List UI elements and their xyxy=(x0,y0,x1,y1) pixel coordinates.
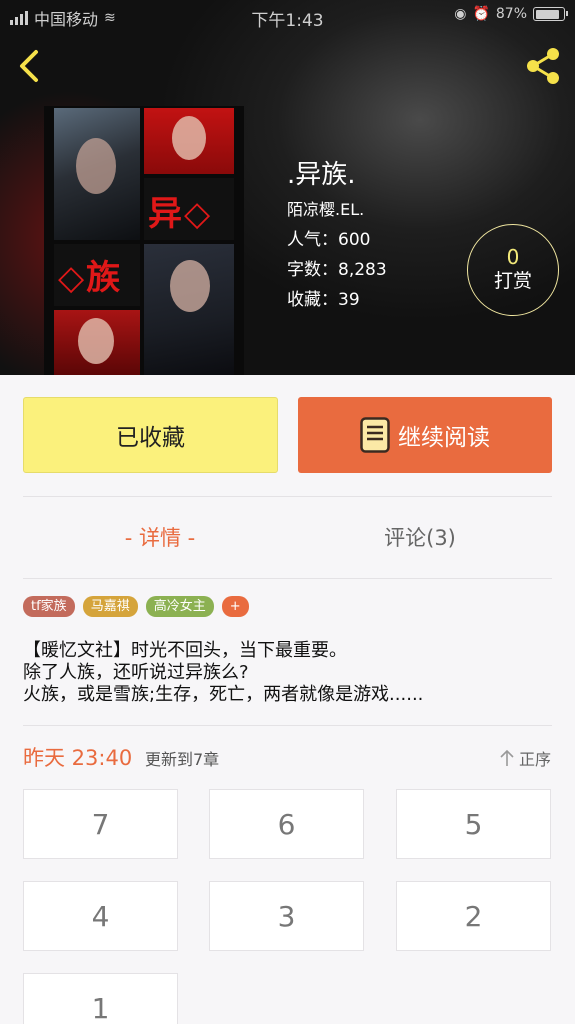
update-time: 昨天 23:40 xyxy=(23,746,133,770)
synopsis-line: 除了人族，还听说过异族么? xyxy=(23,662,249,683)
favorited-button[interactable]: 已收藏 xyxy=(23,397,278,473)
book-synopsis: 【暖忆文社】时光不回头，当下最重要。 除了人族，还听说过异族么? 火族，或是雪族… xyxy=(23,640,553,706)
sort-order-label: 正序 xyxy=(518,750,551,769)
cover-photo xyxy=(54,310,140,375)
status-right: ◉ ⏰ 87% xyxy=(454,6,568,22)
battery-percent: 87% xyxy=(495,6,527,22)
chapter-button[interactable]: 1 xyxy=(23,973,178,1024)
book-cover[interactable]: 异◇ ◇族 xyxy=(44,106,244,375)
continue-reading-button[interactable]: 继续阅读 xyxy=(298,397,552,473)
tag-ma-jiaqi[interactable]: 马嘉祺 xyxy=(82,596,138,617)
continue-reading-label: 继续阅读 xyxy=(398,425,490,451)
chapter-button[interactable]: 5 xyxy=(396,789,551,859)
chapter-button[interactable]: 2 xyxy=(396,881,551,951)
favorites-stat: 收藏：39 xyxy=(287,290,360,310)
popularity-stat: 人气：600 xyxy=(287,230,371,250)
sort-order-button[interactable]: 正序 xyxy=(499,746,551,770)
chevron-left-icon xyxy=(20,50,38,82)
chapter-button[interactable]: 3 xyxy=(209,881,364,951)
chapter-button[interactable]: 4 xyxy=(23,881,178,951)
tag-tf-family[interactable]: tf家族 xyxy=(23,596,75,617)
tab-comments[interactable]: 评论(3) xyxy=(320,522,520,552)
share-icon xyxy=(527,48,559,84)
divider xyxy=(23,725,552,726)
divider xyxy=(23,578,552,579)
update-chapter-text: 更新到7章 xyxy=(145,750,220,769)
synopsis-line: 【暖忆文社】时光不回头，当下最重要。 xyxy=(23,640,347,661)
book-author[interactable]: 陌凉樱.EL. xyxy=(287,196,364,220)
add-tag-button[interactable]: + xyxy=(221,596,249,617)
tag-list: tf家族 马嘉祺 高冷女主 + xyxy=(23,596,249,617)
book-icon xyxy=(360,417,390,453)
tip-count: 0 xyxy=(506,245,520,269)
status-bar: 中国移动 ≋ 下午1:43 ◉ ⏰ 87% xyxy=(0,0,575,34)
cover-title-text: 异◇ xyxy=(148,194,213,234)
chapter-button[interactable]: 6 xyxy=(209,789,364,859)
cover-photo xyxy=(144,108,234,174)
divider xyxy=(23,496,552,497)
cover-photo xyxy=(144,244,234,375)
synopsis-line: 火族，或是雪族;生存，死亡，两者就像是游戏...... xyxy=(23,684,424,705)
back-button[interactable] xyxy=(14,46,46,86)
battery-icon xyxy=(533,7,568,21)
book-title: .异族. xyxy=(287,160,356,190)
chapter-button[interactable]: 7 xyxy=(23,789,178,859)
cover-title-text: ◇族 xyxy=(58,258,123,298)
tab-detail[interactable]: - 详情 - xyxy=(60,522,260,552)
battery-fill xyxy=(535,9,559,19)
tip-label: 打赏 xyxy=(493,270,532,292)
lock-rotation-icon: ◉ xyxy=(454,6,467,22)
tip-button[interactable]: 0 打赏 xyxy=(467,224,559,316)
book-header: 中国移动 ≋ 下午1:43 ◉ ⏰ 87% 异◇ ◇族 .异族. 陌凉樱.EL.… xyxy=(0,0,575,375)
cover-photo xyxy=(54,108,140,240)
favorited-label: 已收藏 xyxy=(116,425,185,451)
arrow-up-icon xyxy=(500,749,514,766)
share-button[interactable] xyxy=(521,44,565,88)
tag-cold-heroine[interactable]: 高冷女主 xyxy=(145,596,214,617)
alarm-icon: ⏰ xyxy=(472,6,490,22)
word-count-stat: 字数：8,283 xyxy=(287,260,387,280)
